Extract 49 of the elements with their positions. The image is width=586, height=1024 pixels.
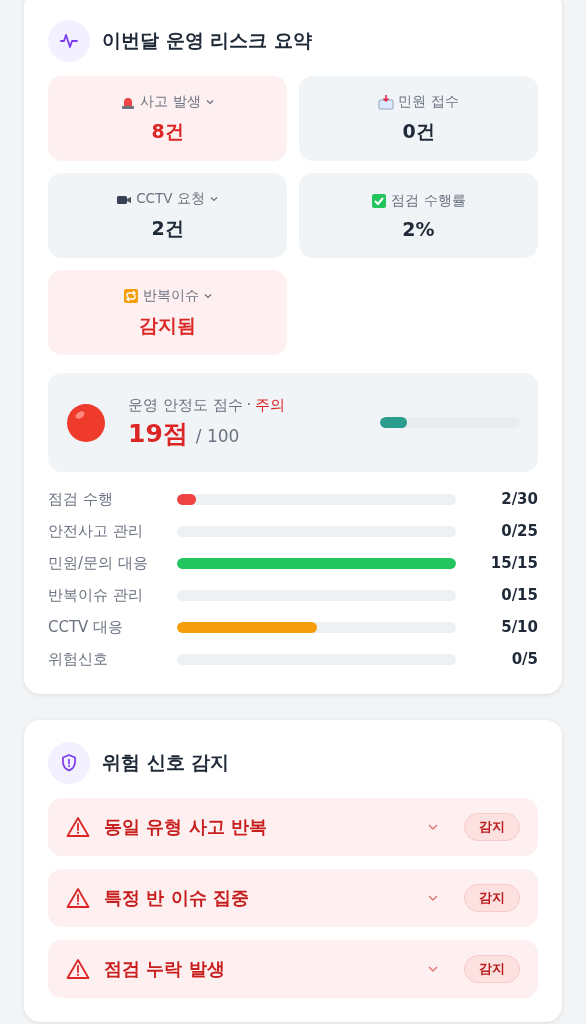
warning-icon <box>66 816 90 838</box>
section-title: 위험 신호 감지 <box>102 750 230 775</box>
score-total: / 100 <box>195 425 240 446</box>
stat-tile[interactable]: 사고 발생 8건 <box>48 76 287 161</box>
signal-row[interactable]: 점검 누락 발생 감지 <box>48 940 538 998</box>
checkbox-icon <box>371 192 388 209</box>
shield-icon <box>48 742 90 784</box>
warning-icon <box>66 887 90 909</box>
metric-label: 점검 수행 <box>48 489 114 509</box>
section-title: 이번달 운영 리스크 요약 <box>102 28 312 53</box>
metric-label: 민원/문의 대응 <box>48 553 149 573</box>
status-circle-icon <box>66 402 106 443</box>
metric-reading: 0/15 <box>500 586 538 604</box>
metric-reading: 2/30 <box>500 490 538 508</box>
score-value: 19점 <box>128 417 188 450</box>
stat-tile[interactable]: 반복이슈 감지됨 <box>48 270 287 355</box>
tile-label: 점검 수행률 <box>391 191 466 210</box>
score-label: 운영 안정도 점수 <box>128 395 243 415</box>
tile-value: 감지됨 <box>139 312 196 338</box>
signal-row[interactable]: 특정 반 이슈 집중 감지 <box>48 869 538 927</box>
signal-label: 특정 반 이슈 집중 <box>104 886 250 910</box>
tile-label: CCTV 요청 <box>136 189 205 208</box>
tile-label: 민원 접수 <box>398 92 459 111</box>
separator: · <box>246 395 252 415</box>
warning-icon <box>66 958 90 980</box>
pulse-icon <box>48 20 90 62</box>
metric-reading: 0/5 <box>510 650 538 668</box>
detected-badge: 감지 <box>464 884 520 912</box>
tile-value: 8건 <box>151 118 184 144</box>
metric-label: 안전사고 관리 <box>48 521 144 541</box>
repeat-icon <box>122 287 139 304</box>
metric-label: 반복이슈 관리 <box>48 585 144 605</box>
signal-label: 동일 유형 사고 반복 <box>104 815 268 839</box>
tile-label: 반복이슈 <box>142 286 199 305</box>
signal-row[interactable]: 동일 유형 사고 반복 감지 <box>48 798 538 856</box>
detected-badge: 감지 <box>464 955 520 983</box>
stat-tile[interactable]: CCTV 요청 2건 <box>48 173 287 258</box>
signal-label: 점검 누락 발생 <box>104 957 226 981</box>
tile-label: 사고 발생 <box>140 92 201 111</box>
metric-reading: 15/15 <box>489 554 538 572</box>
metric-label: CCTV 대응 <box>48 617 125 637</box>
tile-value: 2% <box>402 217 435 240</box>
score-status: 주의 <box>255 395 286 415</box>
metric-reading: 5/10 <box>500 618 538 636</box>
metric-label: 위험신호 <box>48 649 109 669</box>
tile-value: 2건 <box>151 215 184 241</box>
detected-badge: 감지 <box>464 813 520 841</box>
metric-reading: 0/25 <box>500 522 538 540</box>
tile-value: 0건 <box>402 118 435 144</box>
